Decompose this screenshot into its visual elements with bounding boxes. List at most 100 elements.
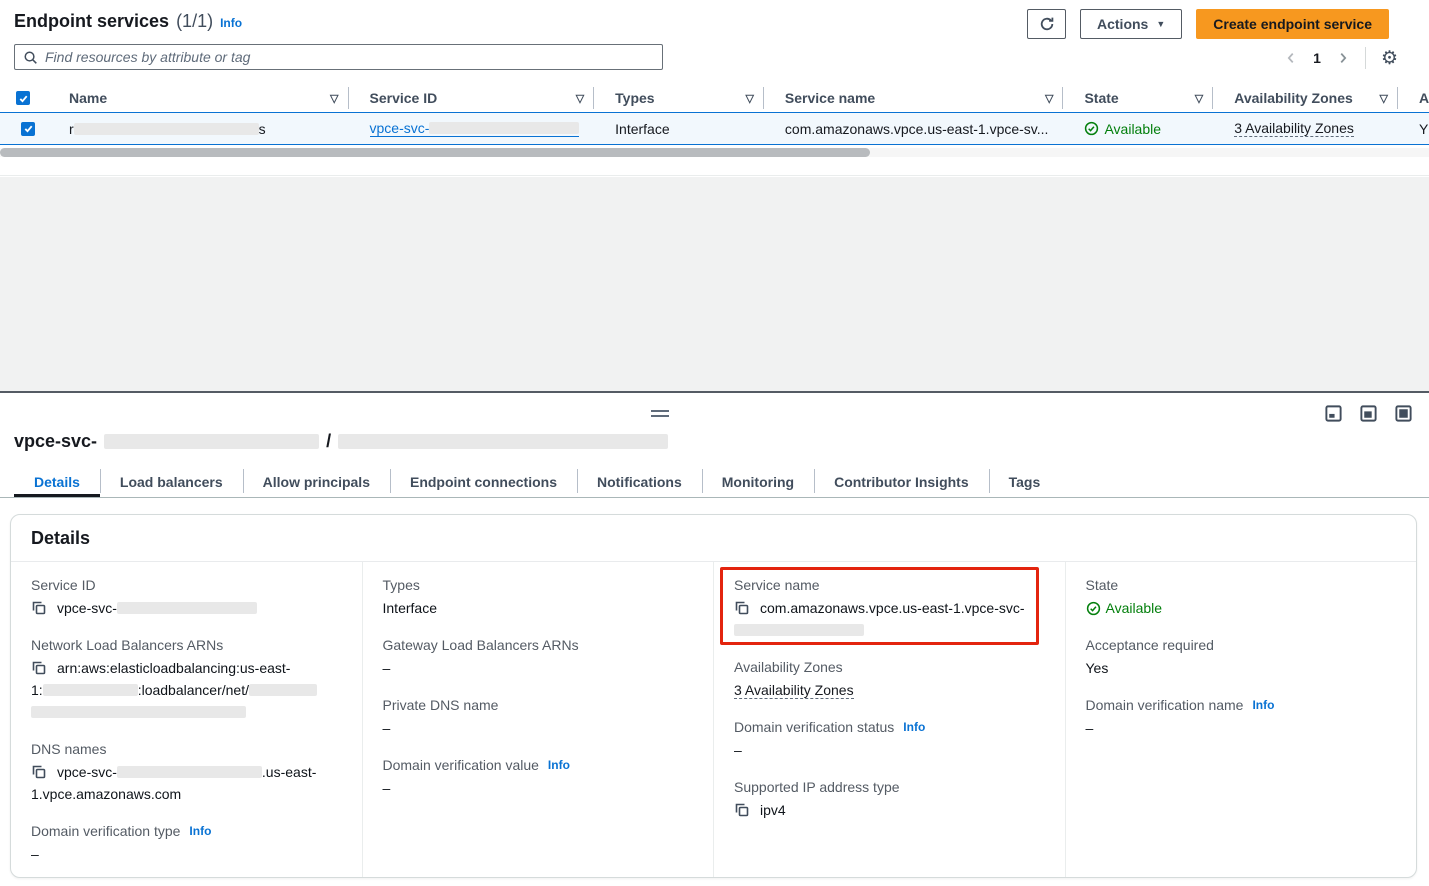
arn-text: 1: <box>31 679 43 701</box>
redacted-text <box>249 684 317 696</box>
title-service-id-prefix: vpce-svc- <box>14 431 97 452</box>
cell-service-name: com.amazonaws.vpce.us-east-1.vpce-sv... <box>764 121 1064 137</box>
check-icon <box>18 93 29 104</box>
field-value: – <box>383 777 694 799</box>
field-service-name: Service name com.amazonaws.vpce.us-east-… <box>734 575 1045 641</box>
panel-size-medium-icon[interactable] <box>1360 405 1377 422</box>
copy-icon[interactable] <box>31 764 47 780</box>
status-available-icon <box>1086 601 1101 616</box>
field-types: Types Interface <box>383 575 694 619</box>
field-value: – <box>383 657 694 679</box>
refresh-button[interactable] <box>1027 9 1066 39</box>
column-header-state[interactable]: State ▽ <box>1063 88 1213 108</box>
actions-button[interactable]: Actions ▼ <box>1080 9 1182 39</box>
field-label: Service name <box>734 575 820 595</box>
chevron-left-icon <box>1284 51 1298 65</box>
cell-types: Interface <box>594 121 764 137</box>
search-icon <box>23 50 38 65</box>
column-header-service-name[interactable]: Service name ▽ <box>764 88 1064 108</box>
column-label: Types <box>615 90 654 106</box>
column-header-types[interactable]: Types ▽ <box>594 88 764 108</box>
panel-size-large-icon[interactable] <box>1395 405 1412 422</box>
sort-icon: ▽ <box>745 92 753 105</box>
details-card: Details Service ID vpce-svc- Netw <box>10 514 1417 878</box>
table-settings-gear-icon[interactable]: ⚙ <box>1381 49 1398 68</box>
scrollbar-thumb[interactable] <box>0 148 870 157</box>
tab-bar: Details Load balancers Allow principals … <box>14 466 1060 497</box>
next-page-button[interactable] <box>1336 51 1350 65</box>
details-column-4: State Available Acceptance required Yes <box>1065 562 1417 877</box>
copy-icon[interactable] <box>31 600 47 616</box>
redacted-text <box>429 122 579 134</box>
horizontal-scrollbar <box>0 148 1429 157</box>
copy-icon[interactable] <box>31 660 47 676</box>
info-link[interactable]: Info <box>903 717 925 737</box>
table-row[interactable]: r s vpce-svc- Interface com.amazonaws.vp… <box>0 112 1429 145</box>
select-all-checkbox[interactable] <box>16 91 30 105</box>
tab-notifications[interactable]: Notifications <box>577 466 702 497</box>
aws-endpoint-services-page: { "labels": { "info": "Info" }, "icons":… <box>0 0 1429 886</box>
column-header-truncated[interactable]: A <box>1398 88 1429 108</box>
create-endpoint-service-button[interactable]: Create endpoint service <box>1196 9 1389 39</box>
tab-label: Allow principals <box>263 474 370 490</box>
tab-details[interactable]: Details <box>14 466 100 497</box>
sort-icon: ▽ <box>330 92 338 105</box>
tab-load-balancers[interactable]: Load balancers <box>100 466 243 497</box>
cell-name: r s <box>48 121 349 137</box>
copy-icon[interactable] <box>734 600 750 616</box>
content-background <box>0 177 1429 391</box>
field-value: Yes <box>1086 657 1397 679</box>
column-header-availability-zones[interactable]: Availability Zones ▽ <box>1213 88 1398 108</box>
check-icon <box>23 123 34 134</box>
split-panel-drag-handle[interactable] <box>651 410 669 417</box>
tab-tags[interactable]: Tags <box>989 466 1061 497</box>
row-checkbox[interactable] <box>21 122 35 136</box>
field-label: Gateway Load Balancers ARNs <box>383 635 579 655</box>
field-label: Domain verification value <box>383 755 539 775</box>
field-state: State Available <box>1086 575 1397 619</box>
tab-monitoring[interactable]: Monitoring <box>702 466 814 497</box>
arn-text: arn:aws:elasticloadbalancing:us-east- <box>57 657 290 679</box>
actions-button-label: Actions <box>1097 16 1148 32</box>
cell-state: Available <box>1063 121 1213 137</box>
current-page[interactable]: 1 <box>1313 50 1321 66</box>
tab-contributor-insights[interactable]: Contributor Insights <box>814 466 989 497</box>
resource-count: (1/1) <box>176 11 213 32</box>
details-column-1: Service ID vpce-svc- Network Load Balanc… <box>11 562 362 877</box>
info-link[interactable]: Info <box>548 755 570 775</box>
copy-icon[interactable] <box>734 802 750 818</box>
field-label: Types <box>383 575 420 595</box>
info-link[interactable]: Info <box>189 821 211 841</box>
field-label: State <box>1086 575 1119 595</box>
column-header-name[interactable]: Name ▽ <box>48 88 349 108</box>
redacted-text <box>74 123 259 135</box>
field-value: – <box>383 717 694 739</box>
field-value: – <box>734 739 1045 761</box>
service-name-text: com.amazonaws.vpce.us-east-1.vpce-svc- <box>760 597 1025 619</box>
name-text: s <box>259 121 266 137</box>
dns-text: 1.vpce.amazonaws.com <box>31 783 181 805</box>
page-header: Endpoint services (1/1) Info <box>14 11 242 32</box>
details-card-body: Service ID vpce-svc- Network Load Balanc… <box>11 562 1416 877</box>
tab-allow-principals[interactable]: Allow principals <box>243 466 390 497</box>
column-header-service-id[interactable]: Service ID ▽ <box>349 88 595 108</box>
info-link[interactable]: Info <box>220 16 242 30</box>
cell-acceptance-truncated: Y <box>1398 121 1429 137</box>
availability-zones-tooltip-trigger[interactable]: 3 Availability Zones <box>1234 120 1354 137</box>
search-box[interactable] <box>14 44 663 70</box>
cell-service-id: vpce-svc- <box>349 120 595 137</box>
panel-size-small-icon[interactable] <box>1325 405 1342 422</box>
column-label: A <box>1419 90 1429 106</box>
sort-icon: ▽ <box>576 92 584 105</box>
info-link[interactable]: Info <box>1252 695 1274 715</box>
service-id-link[interactable]: vpce-svc- <box>370 120 580 137</box>
pager-divider <box>1365 47 1366 69</box>
tab-endpoint-connections[interactable]: Endpoint connections <box>390 466 577 497</box>
search-input[interactable] <box>45 49 654 65</box>
field-nlb-arns: Network Load Balancers ARNs arn:aws:elas… <box>31 635 342 723</box>
field-label: Supported IP address type <box>734 777 900 797</box>
redacted-text <box>31 706 246 718</box>
tab-label: Contributor Insights <box>834 474 969 490</box>
previous-page-button[interactable] <box>1284 51 1298 65</box>
availability-zones-tooltip-trigger[interactable]: 3 Availability Zones <box>734 682 854 699</box>
